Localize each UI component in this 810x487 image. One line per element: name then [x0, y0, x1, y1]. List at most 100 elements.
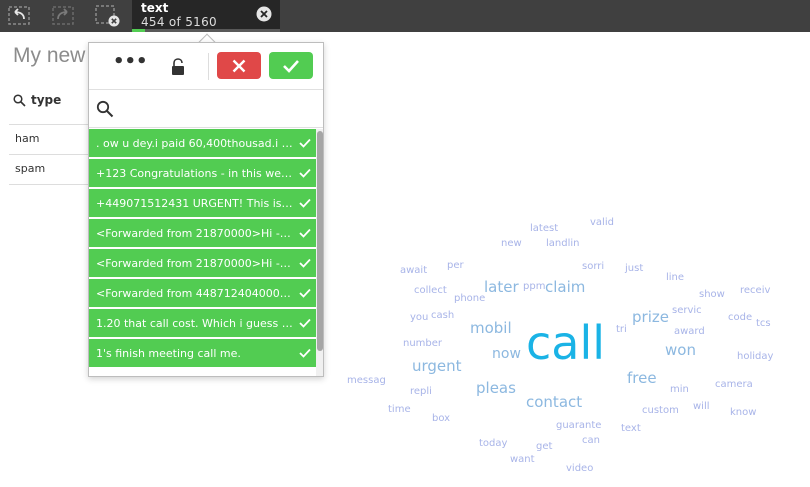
listbox-item-text: <Forwarded from 21870000>Hi - t... [96, 257, 299, 270]
filter-value-spam[interactable]: spam [9, 155, 91, 185]
word-cloud-term[interactable]: now [492, 347, 521, 361]
selection-progress-fill [132, 29, 145, 32]
listbox-search [89, 91, 323, 128]
selection-field-name: text [141, 1, 169, 15]
selected-check-icon [299, 168, 311, 178]
current-selection-chip[interactable]: text 454 of 5160 [132, 0, 280, 32]
lock-icon[interactable] [169, 57, 187, 77]
word-cloud-term[interactable]: mobil [470, 321, 512, 336]
word-cloud-term[interactable]: per [447, 261, 464, 271]
step-forward-button[interactable] [50, 4, 78, 28]
listbox-item-text: <Forwarded from 448712404000>... [96, 287, 300, 300]
word-cloud-term[interactable]: show [699, 290, 725, 300]
word-cloud-term[interactable]: cash [431, 311, 454, 321]
word-cloud-term[interactable]: latest [530, 224, 558, 234]
checkmark-icon [283, 59, 299, 73]
selected-check-icon [299, 198, 311, 208]
word-cloud-term[interactable]: prize [632, 310, 669, 325]
listbox-item[interactable]: . ow u dey.i paid 60,400thousad.i tol... [89, 129, 316, 158]
listbox-item-text: 1.20 that call cost. Which i guess isn..… [96, 317, 308, 330]
word-cloud-term[interactable]: text [621, 424, 641, 434]
word-cloud-term[interactable]: today [479, 439, 507, 449]
listbox-search-input[interactable] [119, 98, 309, 120]
close-icon [232, 59, 246, 72]
selections-toolbar: text 454 of 5160 [0, 0, 810, 32]
word-cloud-term[interactable]: get [536, 442, 552, 452]
listbox-item-text: 1's finish meeting call me. [96, 347, 241, 360]
word-cloud-term[interactable]: landlin [546, 239, 580, 249]
more-options-button[interactable]: ••• [113, 53, 148, 76]
step-forward-icon [52, 6, 74, 25]
word-cloud-term[interactable]: custom [642, 406, 679, 416]
word-cloud-term[interactable]: collect [414, 286, 447, 296]
word-cloud-term[interactable]: camera [715, 380, 753, 390]
word-cloud-term[interactable]: servic [672, 306, 702, 316]
search-icon [96, 100, 114, 118]
step-back-icon [8, 6, 30, 25]
word-cloud-term[interactable]: pleas [476, 381, 516, 396]
word-cloud-term[interactable]: award [674, 327, 705, 337]
word-cloud-term[interactable]: line [666, 273, 684, 283]
clear-selection-icon[interactable] [256, 6, 272, 22]
word-cloud-term[interactable]: won [665, 343, 696, 358]
word-cloud-term[interactable]: want [510, 455, 535, 465]
search-icon [13, 93, 26, 107]
word-cloud-term[interactable]: holiday [737, 352, 773, 362]
word-cloud-term[interactable]: new [501, 239, 522, 249]
listbox-item[interactable]: 1.20 that call cost. Which i guess isn..… [89, 309, 316, 338]
listbox-item-text: +123 Congratulations - in this week'... [96, 167, 308, 180]
sheet-title: My new [13, 44, 86, 67]
word-cloud-term[interactable]: sorri [582, 262, 604, 272]
listbox-item[interactable]: <Forwarded from 21870000>Hi - t... [89, 219, 316, 248]
filter-pane-field-label: type [31, 93, 62, 107]
word-cloud-term[interactable]: later [484, 280, 519, 295]
word-cloud-term[interactable]: contact [526, 395, 582, 410]
word-cloud-term[interactable]: call [526, 320, 605, 366]
word-cloud-term[interactable]: tcs [756, 319, 771, 329]
word-cloud-term[interactable]: tri [616, 325, 627, 335]
word-cloud-term[interactable]: you [410, 313, 428, 323]
word-cloud-term[interactable]: valid [590, 218, 614, 228]
listbox-scrollbar-thumb[interactable] [317, 131, 323, 351]
listbox-item[interactable]: <Forwarded from 448712404000>... [89, 279, 316, 308]
word-cloud-term[interactable]: know [730, 408, 756, 418]
filter-pane-header: type [13, 93, 61, 107]
selected-check-icon [299, 228, 311, 238]
word-cloud-term[interactable]: claim [545, 280, 585, 295]
filter-value-ham[interactable]: ham [9, 125, 91, 155]
word-cloud-term[interactable]: will [693, 402, 710, 412]
selection-progress-track [132, 29, 280, 32]
listbox-item[interactable]: +123 Congratulations - in this week'... [89, 159, 316, 188]
listbox-item-text: <Forwarded from 21870000>Hi - t... [96, 227, 299, 240]
word-cloud-term[interactable]: guarante [556, 421, 601, 431]
selected-check-icon [299, 138, 311, 148]
selected-check-icon [299, 348, 311, 358]
cancel-selection-button[interactable] [217, 52, 261, 79]
word-cloud-term[interactable]: just [625, 264, 643, 274]
word-cloud-term[interactable]: number [403, 339, 442, 349]
listbox-item[interactable]: <Forwarded from 21870000>Hi - t... [89, 249, 316, 278]
word-cloud-term[interactable]: urgent [412, 359, 462, 374]
listbox-item[interactable]: +449071512431 URGENT! This is t... [89, 189, 316, 218]
word-cloud-term[interactable]: video [566, 464, 593, 474]
selected-check-icon [299, 318, 311, 328]
word-cloud-term[interactable]: messag [347, 376, 386, 386]
word-cloud-term[interactable]: box [432, 414, 450, 424]
toolbar-separator [208, 53, 209, 80]
listbox-item-text: +449071512431 URGENT! This is t... [96, 197, 300, 210]
confirm-selection-button[interactable] [269, 52, 313, 79]
listbox-values: . ow u dey.i paid 60,400thousad.i tol...… [89, 129, 317, 376]
word-cloud-term[interactable]: time [388, 405, 411, 415]
word-cloud-term[interactable]: code [728, 313, 752, 323]
word-cloud-term[interactable]: phone [454, 294, 485, 304]
word-cloud-term[interactable]: free [627, 371, 657, 386]
word-cloud-term[interactable]: min [670, 385, 689, 395]
step-back-button[interactable] [6, 4, 34, 28]
word-cloud-term[interactable]: await [400, 266, 427, 276]
word-cloud-term[interactable]: receiv [740, 286, 770, 296]
clear-all-selections-button[interactable] [94, 4, 122, 28]
word-cloud-term[interactable]: ppm [523, 282, 545, 292]
listbox-item[interactable]: 1's finish meeting call me. [89, 339, 316, 368]
word-cloud-term[interactable]: repli [410, 387, 432, 397]
word-cloud-term[interactable]: can [582, 436, 600, 446]
